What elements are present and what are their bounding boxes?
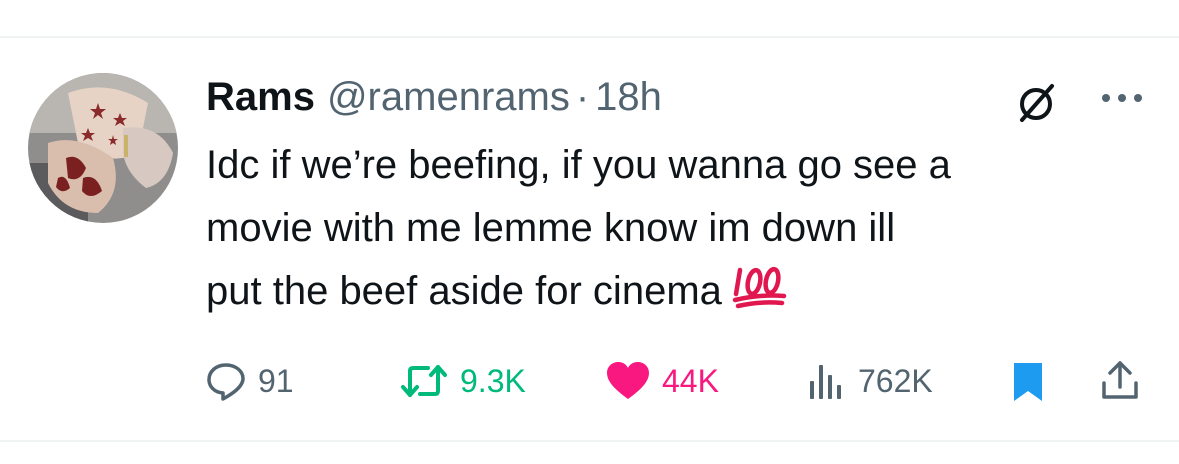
views-button[interactable]: 762K bbox=[804, 356, 933, 406]
views-count: 762K bbox=[858, 362, 933, 399]
retweet-button[interactable]: 9.3K bbox=[398, 356, 526, 406]
tweet-text-line: Idc if we’re beefing, if you wanna go se… bbox=[206, 143, 951, 187]
retweet-count: 9.3K bbox=[460, 362, 526, 399]
tweet[interactable]: Rams @ramenrams · 18h Idc if we’re beefi… bbox=[0, 38, 1179, 440]
action-bar: 91 9.3K 44K 762K bbox=[0, 356, 1179, 406]
tweet-timestamp[interactable]: 18h bbox=[595, 75, 662, 120]
grok-icon[interactable] bbox=[1014, 80, 1058, 124]
tweet-text: Idc if we’re beefing, if you wanna go se… bbox=[206, 134, 1156, 323]
author-handle[interactable]: @ramenrams bbox=[327, 75, 570, 120]
retweet-icon bbox=[401, 365, 447, 397]
reply-icon bbox=[207, 363, 245, 401]
bookmark-icon bbox=[1014, 363, 1042, 401]
heart-icon bbox=[607, 362, 649, 399]
bottom-divider bbox=[0, 440, 1179, 442]
tweet-text-line: movie with me lemme know im down ill bbox=[206, 206, 896, 250]
share-button[interactable] bbox=[1098, 356, 1142, 406]
tweet-text-line: put the beef aside for cinema bbox=[206, 269, 722, 313]
bookmark-button[interactable] bbox=[1008, 356, 1048, 406]
hundred-points-emoji-icon bbox=[732, 266, 787, 309]
share-icon bbox=[1102, 361, 1138, 399]
views-chart-icon bbox=[810, 365, 841, 399]
tweet-header: Rams @ramenrams · 18h bbox=[206, 68, 662, 126]
header-separator: · bbox=[575, 74, 590, 119]
avatar[interactable] bbox=[28, 73, 178, 223]
like-count: 44K bbox=[662, 362, 719, 399]
avatar-image bbox=[28, 73, 178, 223]
author-display-name[interactable]: Rams bbox=[206, 75, 315, 120]
like-button[interactable]: 44K bbox=[604, 356, 719, 406]
reply-button[interactable]: 91 bbox=[204, 356, 294, 406]
reply-count: 91 bbox=[258, 362, 294, 399]
more-icon[interactable] bbox=[1098, 86, 1146, 110]
tweet-text-line-last: put the beef aside for cinema bbox=[206, 260, 1156, 323]
